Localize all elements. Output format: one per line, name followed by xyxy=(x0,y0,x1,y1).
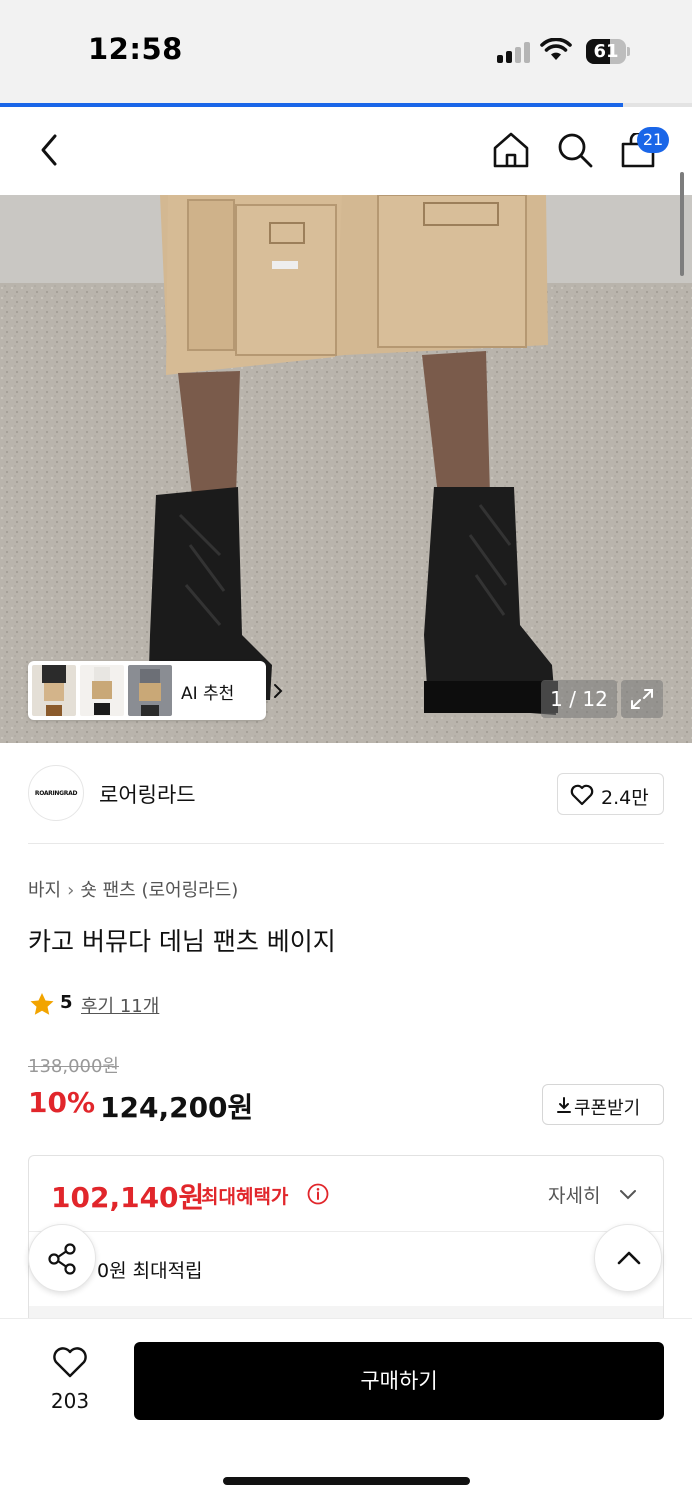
benefit-divider xyxy=(29,1231,663,1232)
battery-icon: 61 xyxy=(586,39,630,64)
heart-outline-icon xyxy=(570,784,594,806)
max-benefit-price: 102,140원 xyxy=(51,1181,205,1214)
max-points-text: 0원 최대적립 xyxy=(97,1260,203,1282)
original-price: 138,000원 xyxy=(28,1056,119,1077)
purchase-bar: 203 구매하기 xyxy=(0,1318,692,1500)
fullscreen-button[interactable] xyxy=(621,680,663,718)
star-icon xyxy=(30,993,54,1015)
heart-outline-icon[interactable] xyxy=(52,1347,88,1379)
info-icon[interactable] xyxy=(307,1183,329,1205)
brand-like-count: 2.4만 xyxy=(601,787,649,809)
expand-icon xyxy=(631,689,653,709)
ai-recommend-label: AI 추천 xyxy=(181,684,235,704)
image-counter: 1 / 12 xyxy=(541,680,617,718)
benefit-box: 102,140원 최대혜택가 자세히 0원 최대적립 xyxy=(28,1155,664,1325)
buy-button[interactable]: 구매하기 xyxy=(134,1342,664,1420)
discount-rate: 10% xyxy=(28,1086,96,1119)
chevron-down-icon[interactable] xyxy=(619,1189,637,1201)
breadcrumb-subcategory[interactable]: 숏 팬츠 (로어링라드) xyxy=(80,880,238,901)
ai-thumbnail-2[interactable] xyxy=(80,665,124,716)
ai-recommendation-strip[interactable]: AI 추천 xyxy=(28,661,283,720)
breadcrumb-category[interactable]: 바지 xyxy=(28,880,61,901)
brand-logo[interactable]: ROARINGRAD xyxy=(28,765,84,821)
signal-icon xyxy=(497,41,531,63)
chevron-right-icon xyxy=(274,684,283,698)
benefit-detail-link[interactable]: 자세히 xyxy=(548,1181,600,1208)
home-icon[interactable] xyxy=(492,131,530,169)
share-icon xyxy=(48,1243,76,1275)
max-benefit-label: 최대혜택가 xyxy=(201,1186,289,1208)
product-like-count: 203 xyxy=(50,1389,90,1413)
share-button[interactable] xyxy=(28,1224,96,1292)
battery-level: 61 xyxy=(593,41,619,62)
wifi-icon xyxy=(540,38,572,60)
chevron-up-icon xyxy=(617,1251,641,1265)
search-icon[interactable] xyxy=(556,131,594,169)
reviews-link[interactable]: 후기 11개 xyxy=(81,992,159,1018)
download-icon xyxy=(557,1097,571,1113)
sale-price: 124,200원 xyxy=(100,1091,254,1124)
page-scrollbar[interactable] xyxy=(680,172,684,276)
coupon-button-label: 쿠폰받기 xyxy=(574,1098,641,1119)
product-title: 카고 버뮤다 데님 팬츠 베이지 xyxy=(28,927,336,956)
coupon-download-button[interactable]: 쿠폰받기 xyxy=(542,1084,664,1125)
status-time: 12:58 xyxy=(88,32,183,66)
home-indicator[interactable] xyxy=(223,1477,470,1485)
section-divider xyxy=(28,843,664,844)
brand-name[interactable]: 로어링라드 xyxy=(99,779,196,809)
breadcrumb-separator-icon: › xyxy=(67,880,75,901)
ai-thumbnail-1[interactable] xyxy=(32,665,76,716)
breadcrumb: 바지 › 숏 팬츠 (로어링라드) xyxy=(28,876,238,902)
rating-score: 5 xyxy=(60,992,73,1013)
cart-count-badge: 21 xyxy=(637,127,669,153)
ai-thumbnail-3[interactable] xyxy=(128,665,172,716)
scroll-to-top-button[interactable] xyxy=(594,1224,662,1292)
top-navigation xyxy=(0,107,692,195)
back-arrow-icon[interactable] xyxy=(34,131,68,169)
status-bar: 12:58 61 xyxy=(0,0,692,103)
brand-like-button[interactable]: 2.4만 xyxy=(557,773,664,815)
